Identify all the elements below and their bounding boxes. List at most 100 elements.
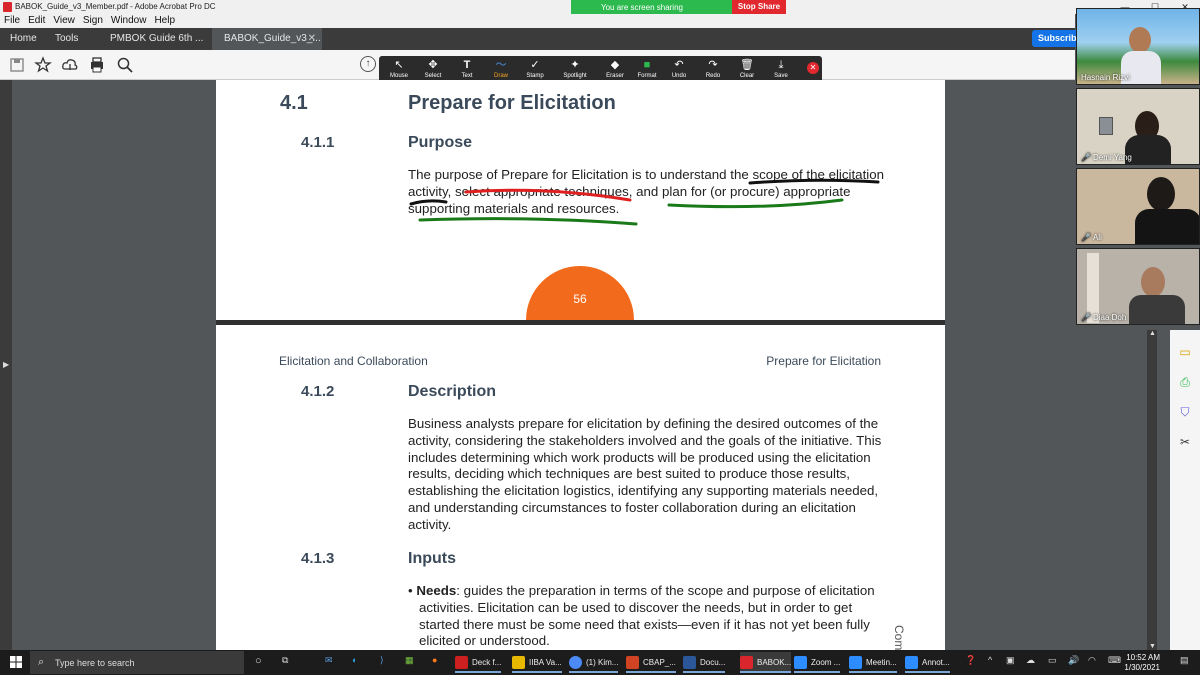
cortana-icon[interactable]: ○ <box>255 655 262 667</box>
protect-shield-icon[interactable]: ⛉ <box>1177 404 1193 420</box>
subsection-number: 4.1.1 <box>301 134 335 151</box>
taskbar-clock[interactable]: 10:52 AM 1/30/2021 <box>1124 653 1160 673</box>
task-view-icon[interactable]: ⧉ <box>282 655 288 666</box>
undo-tool[interactable]: ↶ Undo <box>663 58 695 82</box>
description-line: establishing the elicitation logistics, … <box>408 483 879 499</box>
comment-icon[interactable]: ▭ <box>1177 344 1193 360</box>
menu-help[interactable]: Help <box>150 14 179 28</box>
scroll-up-icon[interactable]: ▲ <box>1149 330 1156 337</box>
acrobat-icon <box>740 656 753 670</box>
store-icon[interactable]: ▦ <box>405 655 414 666</box>
spotlight-tool[interactable]: ✦ Spotlight <box>559 58 591 82</box>
notifications-icon[interactable]: ▤ <box>1180 655 1189 666</box>
muted-mic-icon: 🎤 <box>1081 313 1091 322</box>
format-tool[interactable]: ■ Format <box>631 58 663 82</box>
participant-name-text: Diaa Doh <box>1092 313 1127 322</box>
tray-app-icon[interactable]: ▣ <box>1006 655 1015 666</box>
menu-view[interactable]: View <box>49 14 79 28</box>
vertical-scrollbar[interactable]: ▲ ▼ <box>1147 330 1157 650</box>
draw-tool[interactable]: 〜 Draw <box>485 58 517 82</box>
left-navigation-pane[interactable]: ▶ <box>0 80 12 650</box>
purpose-line: activity, select appropriate techniques,… <box>408 183 851 199</box>
help-icon[interactable]: ❓ <box>965 655 976 666</box>
description-line: includes determining which work products… <box>408 449 871 465</box>
save-annotation-tool[interactable]: ⤓ Save <box>765 58 797 82</box>
more-tools-icon[interactable]: ✂ <box>1177 434 1193 450</box>
menu-file[interactable]: File <box>0 14 24 28</box>
tab-babok-label: BABOK_Guide_v3_... <box>224 33 321 44</box>
description-line: activity, considering the stakeholders i… <box>408 432 882 448</box>
bookmark-star-icon[interactable] <box>34 56 52 74</box>
firefox-icon[interactable]: ● <box>432 655 437 665</box>
video-tile-2[interactable]: 🎤 Demi Yang <box>1076 88 1200 165</box>
bullet-line: elicited or understood. <box>419 633 550 649</box>
clear-tool[interactable]: 🗑 Clear <box>731 58 763 82</box>
scroll-down-icon[interactable]: ▼ <box>1149 643 1156 650</box>
menu-bar: File Edit View Sign Window Help <box>0 14 1075 28</box>
subscribe-button[interactable]: Subscrib <box>1032 30 1082 47</box>
description-number: 4.1.2 <box>301 383 335 400</box>
participant-name-text: Ali <box>1092 233 1102 242</box>
taskbar-item-annotate[interactable]: Annot... <box>905 652 950 673</box>
taskbar-item-meeting[interactable]: Meetin... <box>849 652 897 673</box>
stamp-tool[interactable]: ✓ Stamp <box>519 58 551 82</box>
redo-tool[interactable]: ↷ Redo <box>697 58 729 82</box>
page-number-badge: 56 <box>526 266 634 320</box>
participant-face <box>1141 267 1165 297</box>
tab-pmbok[interactable]: PMBOK Guide 6th ... <box>100 28 210 50</box>
stop-share-button[interactable]: Stop Share <box>732 0 786 14</box>
taskbar-item-label: BABOK... <box>757 658 792 667</box>
text-tool[interactable]: T Text <box>451 58 483 82</box>
menu-edit[interactable]: Edit <box>24 14 49 28</box>
search-icon[interactable] <box>116 56 134 74</box>
tab-babok[interactable]: BABOK_Guide_v3_... ✕ <box>212 28 322 50</box>
expand-arrow-icon[interactable]: ▶ <box>3 360 9 369</box>
menu-sign[interactable]: Sign <box>79 14 107 28</box>
cloud-upload-icon[interactable] <box>61 56 79 74</box>
taskbar-item-word[interactable]: Docu... <box>683 652 726 673</box>
bullet-line: : guides the preparation in terms of the… <box>456 583 875 598</box>
video-tile-1[interactable]: Hasnain Rizvi <box>1076 8 1200 85</box>
select-icon: ✥ <box>428 59 438 71</box>
participant-name: 🎤 Demi Yang <box>1081 153 1132 162</box>
pdf-page-56: 4.1 Prepare for Elicitation 4.1.1 Purpos… <box>216 80 945 320</box>
taskbar-item-iiba[interactable]: IIBA Va... <box>512 652 562 673</box>
tray-chevron-icon[interactable]: ^ <box>988 655 992 665</box>
tab-home[interactable]: Home <box>10 28 37 50</box>
print-production-icon[interactable]: ⎙ <box>1177 374 1193 390</box>
taskbar-item-zoom[interactable]: Zoom ... <box>794 652 841 673</box>
vscode-icon[interactable]: ⟩ <box>380 655 384 666</box>
language-icon[interactable]: ⌨ <box>1108 655 1121 666</box>
participant-body <box>1135 209 1199 244</box>
mail-icon[interactable]: ✉ <box>325 655 333 666</box>
taskbar-item-cbap[interactable]: CBAP_... <box>626 652 676 673</box>
video-tile-4[interactable]: 🎤 Diaa Doh <box>1076 248 1200 325</box>
volume-icon[interactable]: 🔊 <box>1068 655 1079 666</box>
cloud-icon[interactable]: ☁ <box>1026 655 1035 666</box>
scroll-up-circle-icon[interactable]: ↑ <box>360 56 376 72</box>
print-icon[interactable] <box>88 56 106 74</box>
select-tool[interactable]: ✥ Select <box>417 58 449 82</box>
description-line: results, deciding which techniques are b… <box>408 466 851 482</box>
eraser-tool[interactable]: ◆ Eraser <box>599 58 631 82</box>
participant-name: 🎤 Diaa Doh <box>1081 313 1126 322</box>
taskbar-item-deck[interactable]: Deck f... <box>455 652 502 673</box>
edge-icon[interactable]: ◐ <box>352 655 357 665</box>
taskbar-item-babok[interactable]: BABOK... <box>740 652 792 673</box>
close-annotation-icon[interactable]: ✕ <box>807 62 819 74</box>
wifi-icon[interactable]: ◠ <box>1088 655 1096 666</box>
taskbar-item-chrome[interactable]: (1) Kim... <box>569 652 619 673</box>
tab-tools[interactable]: Tools <box>55 28 78 50</box>
close-tab-icon[interactable]: ✕ <box>308 28 316 50</box>
network-icon[interactable]: ▭ <box>1048 655 1057 666</box>
save-icon[interactable] <box>8 56 26 74</box>
right-tools-rail: ▭ ⎙ ⛉ ✂ <box>1170 330 1200 650</box>
menu-window[interactable]: Window <box>107 14 151 28</box>
video-tile-3[interactable]: 🎤 Ali <box>1076 168 1200 245</box>
windows-start-icon[interactable] <box>10 656 22 668</box>
description-paragraph: Business analysts prepare for elicitatio… <box>408 416 881 534</box>
taskbar-search-box[interactable]: ⌕ Type here to search <box>30 651 244 674</box>
mouse-tool[interactable]: ↖ Mouse <box>383 58 415 82</box>
participant-name-text: Demi Yang <box>1092 153 1132 162</box>
section-number: 4.1 <box>280 92 308 114</box>
